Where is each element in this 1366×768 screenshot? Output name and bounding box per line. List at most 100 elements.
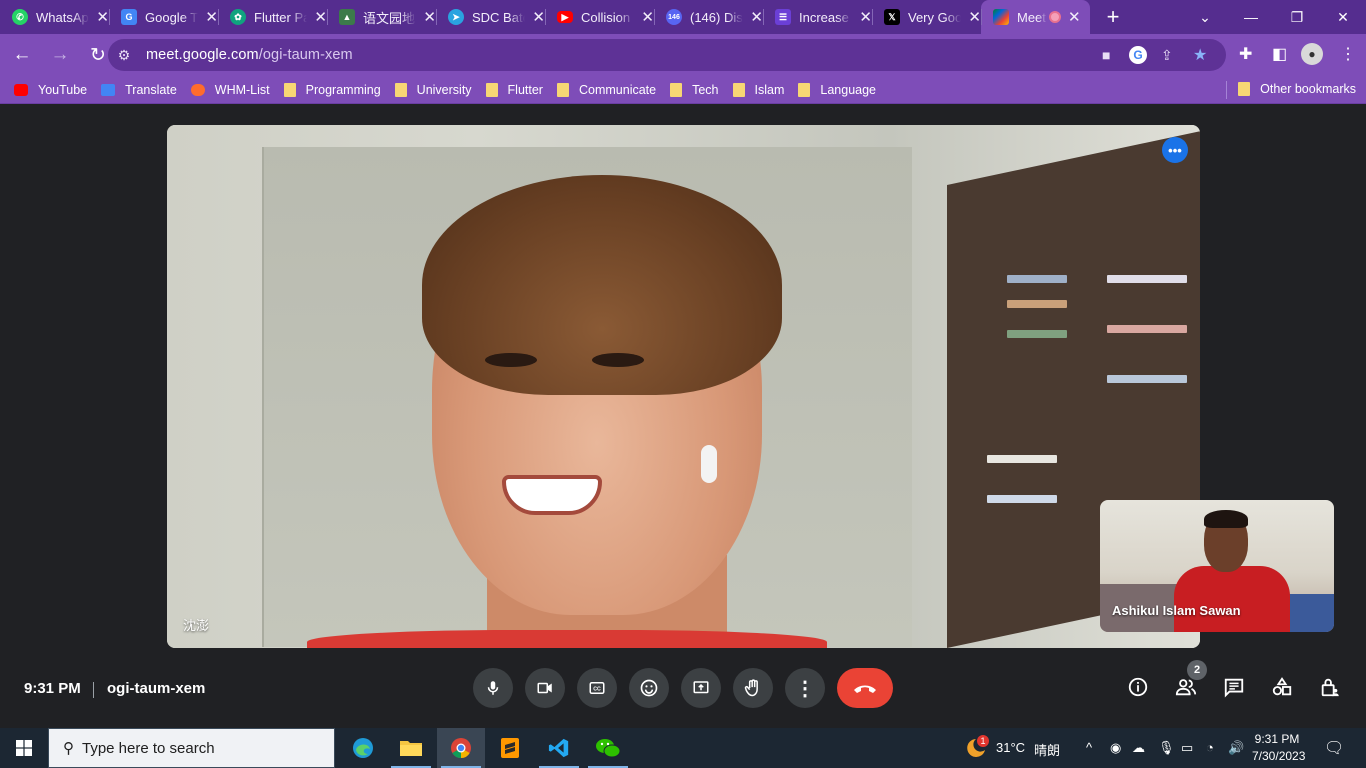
- share-icon[interactable]: ⇪: [1161, 47, 1173, 64]
- restore-button[interactable]: ❐: [1274, 0, 1320, 34]
- new-tab-button[interactable]: +: [1096, 0, 1130, 34]
- taskbar-clock[interactable]: 9:31 PM 7/30/2023: [1252, 731, 1306, 765]
- forward-button[interactable]: →: [44, 39, 76, 71]
- tab-whatsapp[interactable]: ✆ WhatsApp ✕: [0, 0, 109, 34]
- minimize-button[interactable]: —: [1228, 0, 1274, 34]
- tab-very-good[interactable]: 𝕏 Very Good ✕: [872, 0, 981, 34]
- onedrive-icon[interactable]: ☁: [1132, 740, 1145, 756]
- close-tab-icon[interactable]: ✕: [968, 8, 981, 26]
- close-window-button[interactable]: ✕: [1320, 0, 1366, 34]
- tab-title: SDC Batch: [472, 9, 525, 25]
- raise-hand-button[interactable]: [733, 668, 773, 708]
- taskbar-sublime[interactable]: [486, 728, 534, 768]
- notification-center-icon[interactable]: 🗨: [1324, 738, 1344, 758]
- start-button[interactable]: [0, 728, 48, 768]
- book: [1007, 330, 1067, 338]
- self-view-video[interactable]: Ashikul Islam Sawan: [1100, 500, 1334, 632]
- present-screen-button[interactable]: [681, 668, 721, 708]
- bookmark-whm-list[interactable]: WHM-List: [190, 82, 270, 97]
- search-icon: ⚲: [63, 740, 74, 757]
- chat-button[interactable]: [1221, 674, 1247, 700]
- bookmark-university[interactable]: University: [394, 82, 472, 97]
- emoji-icon: [640, 679, 658, 697]
- show-hidden-icons-button[interactable]: ^: [1086, 740, 1092, 755]
- back-button[interactable]: ←: [6, 39, 38, 71]
- camera-button[interactable]: [525, 668, 565, 708]
- folder-icon: [798, 82, 811, 97]
- tab-title: Increase: [799, 9, 849, 25]
- tab-yuwen[interactable]: ▲ 语文园地 ✕: [327, 0, 436, 34]
- meeting-details-button[interactable]: [1125, 674, 1151, 700]
- tab-meet[interactable]: Meet ✕: [981, 0, 1090, 34]
- site-info-icon[interactable]: ⚙: [110, 41, 138, 69]
- host-controls-button[interactable]: [1317, 674, 1343, 700]
- close-tab-icon[interactable]: ✕: [859, 8, 872, 26]
- close-tab-icon[interactable]: ✕: [423, 8, 436, 26]
- close-tab-icon[interactable]: ✕: [532, 8, 545, 26]
- leave-call-button[interactable]: [837, 668, 893, 708]
- taskbar-search-box[interactable]: ⚲ Type here to search: [48, 728, 335, 768]
- camera-in-use-icon[interactable]: ■: [1102, 47, 1110, 63]
- bookmark-youtube[interactable]: YouTube: [14, 83, 87, 97]
- tab-discord[interactable]: 146 (146) Discord ✕: [654, 0, 763, 34]
- close-tab-icon[interactable]: ✕: [205, 8, 218, 26]
- taskbar-edge[interactable]: [339, 728, 387, 768]
- folder-icon: [394, 82, 407, 97]
- weather-condition[interactable]: 晴朗: [1034, 740, 1060, 759]
- meet-control-bar: 9:31 PM ogi-taum-xem CC ⋮ 2: [0, 660, 1366, 720]
- side-panel-icon[interactable]: ◧: [1272, 44, 1287, 64]
- more-options-button[interactable]: ⋮: [785, 668, 825, 708]
- participant-options-button[interactable]: •••: [1162, 137, 1188, 163]
- main-participant-video[interactable]: ••• 沈澎: [167, 125, 1200, 648]
- camera-in-use-icon[interactable]: ◉: [1110, 740, 1121, 756]
- close-tab-icon[interactable]: ✕: [96, 8, 109, 26]
- tab-collision[interactable]: ▶ Collision ✕: [545, 0, 654, 34]
- tab-increase[interactable]: ☰ Increase ✕: [763, 0, 872, 34]
- close-tab-icon[interactable]: ✕: [641, 8, 654, 26]
- bookmark-tech[interactable]: Tech: [670, 82, 719, 97]
- taskbar-file-explorer[interactable]: [387, 728, 435, 768]
- wechat-icon: [596, 739, 621, 758]
- google-lens-icon[interactable]: G: [1129, 46, 1147, 64]
- weather-temperature[interactable]: 31°C: [996, 740, 1025, 755]
- bookmark-programming[interactable]: Programming: [283, 82, 381, 97]
- bookmark-flutter[interactable]: Flutter: [485, 82, 543, 97]
- volume-icon[interactable]: 🔊: [1228, 740, 1244, 756]
- bookmark-translate[interactable]: Translate: [101, 83, 177, 97]
- taskbar-chrome[interactable]: [437, 728, 485, 768]
- bookmark-communicate[interactable]: Communicate: [556, 82, 656, 97]
- bookmark-label: YouTube: [38, 82, 88, 97]
- activities-button[interactable]: [1269, 674, 1295, 700]
- bookmark-label: Tech: [692, 82, 719, 97]
- taskbar-vscode[interactable]: [535, 728, 583, 768]
- bookmark-language[interactable]: Language: [798, 82, 876, 97]
- captions-button[interactable]: CC: [577, 668, 617, 708]
- wifi-icon[interactable]: ◔: [1206, 740, 1214, 755]
- tab-google-translate[interactable]: G Google Translate ✕: [109, 0, 218, 34]
- battery-icon[interactable]: ▭: [1181, 740, 1193, 756]
- clock-date: 7/30/2023: [1252, 749, 1306, 763]
- bookmark-star-icon[interactable]: ★: [1193, 45, 1207, 65]
- address-bar[interactable]: ⚙ meet.google.com/ogi-taum-xem ■ G ⇪ ★: [108, 39, 1226, 71]
- microphone-button[interactable]: [473, 668, 513, 708]
- tab-search-icon[interactable]: ⌄: [1182, 0, 1228, 34]
- book: [1107, 325, 1187, 333]
- bookmark-label: WHM-List: [214, 82, 270, 97]
- tab-sdc-batch[interactable]: ➤ SDC Batch ✕: [436, 0, 545, 34]
- tab-title: (146) Discord: [690, 9, 743, 25]
- people-button[interactable]: [1173, 674, 1199, 700]
- book: [1007, 300, 1067, 308]
- reactions-button[interactable]: [629, 668, 669, 708]
- taskbar-wechat[interactable]: [584, 728, 632, 768]
- profile-avatar[interactable]: ●: [1301, 43, 1323, 65]
- close-tab-icon[interactable]: ✕: [314, 8, 327, 26]
- tab-flutter[interactable]: ✿ Flutter Package ✕: [218, 0, 327, 34]
- extensions-icon[interactable]: ✚: [1239, 44, 1252, 64]
- list-icon: ☰: [775, 9, 791, 25]
- close-tab-icon[interactable]: ✕: [1068, 8, 1081, 26]
- bookmark-islam[interactable]: Islam: [732, 82, 784, 97]
- microphone-in-use-icon[interactable]: 🎙: [1158, 740, 1175, 756]
- chrome-menu-icon[interactable]: ⋮: [1340, 44, 1356, 64]
- other-bookmarks[interactable]: Other bookmarks: [1226, 81, 1356, 99]
- close-tab-icon[interactable]: ✕: [750, 8, 763, 26]
